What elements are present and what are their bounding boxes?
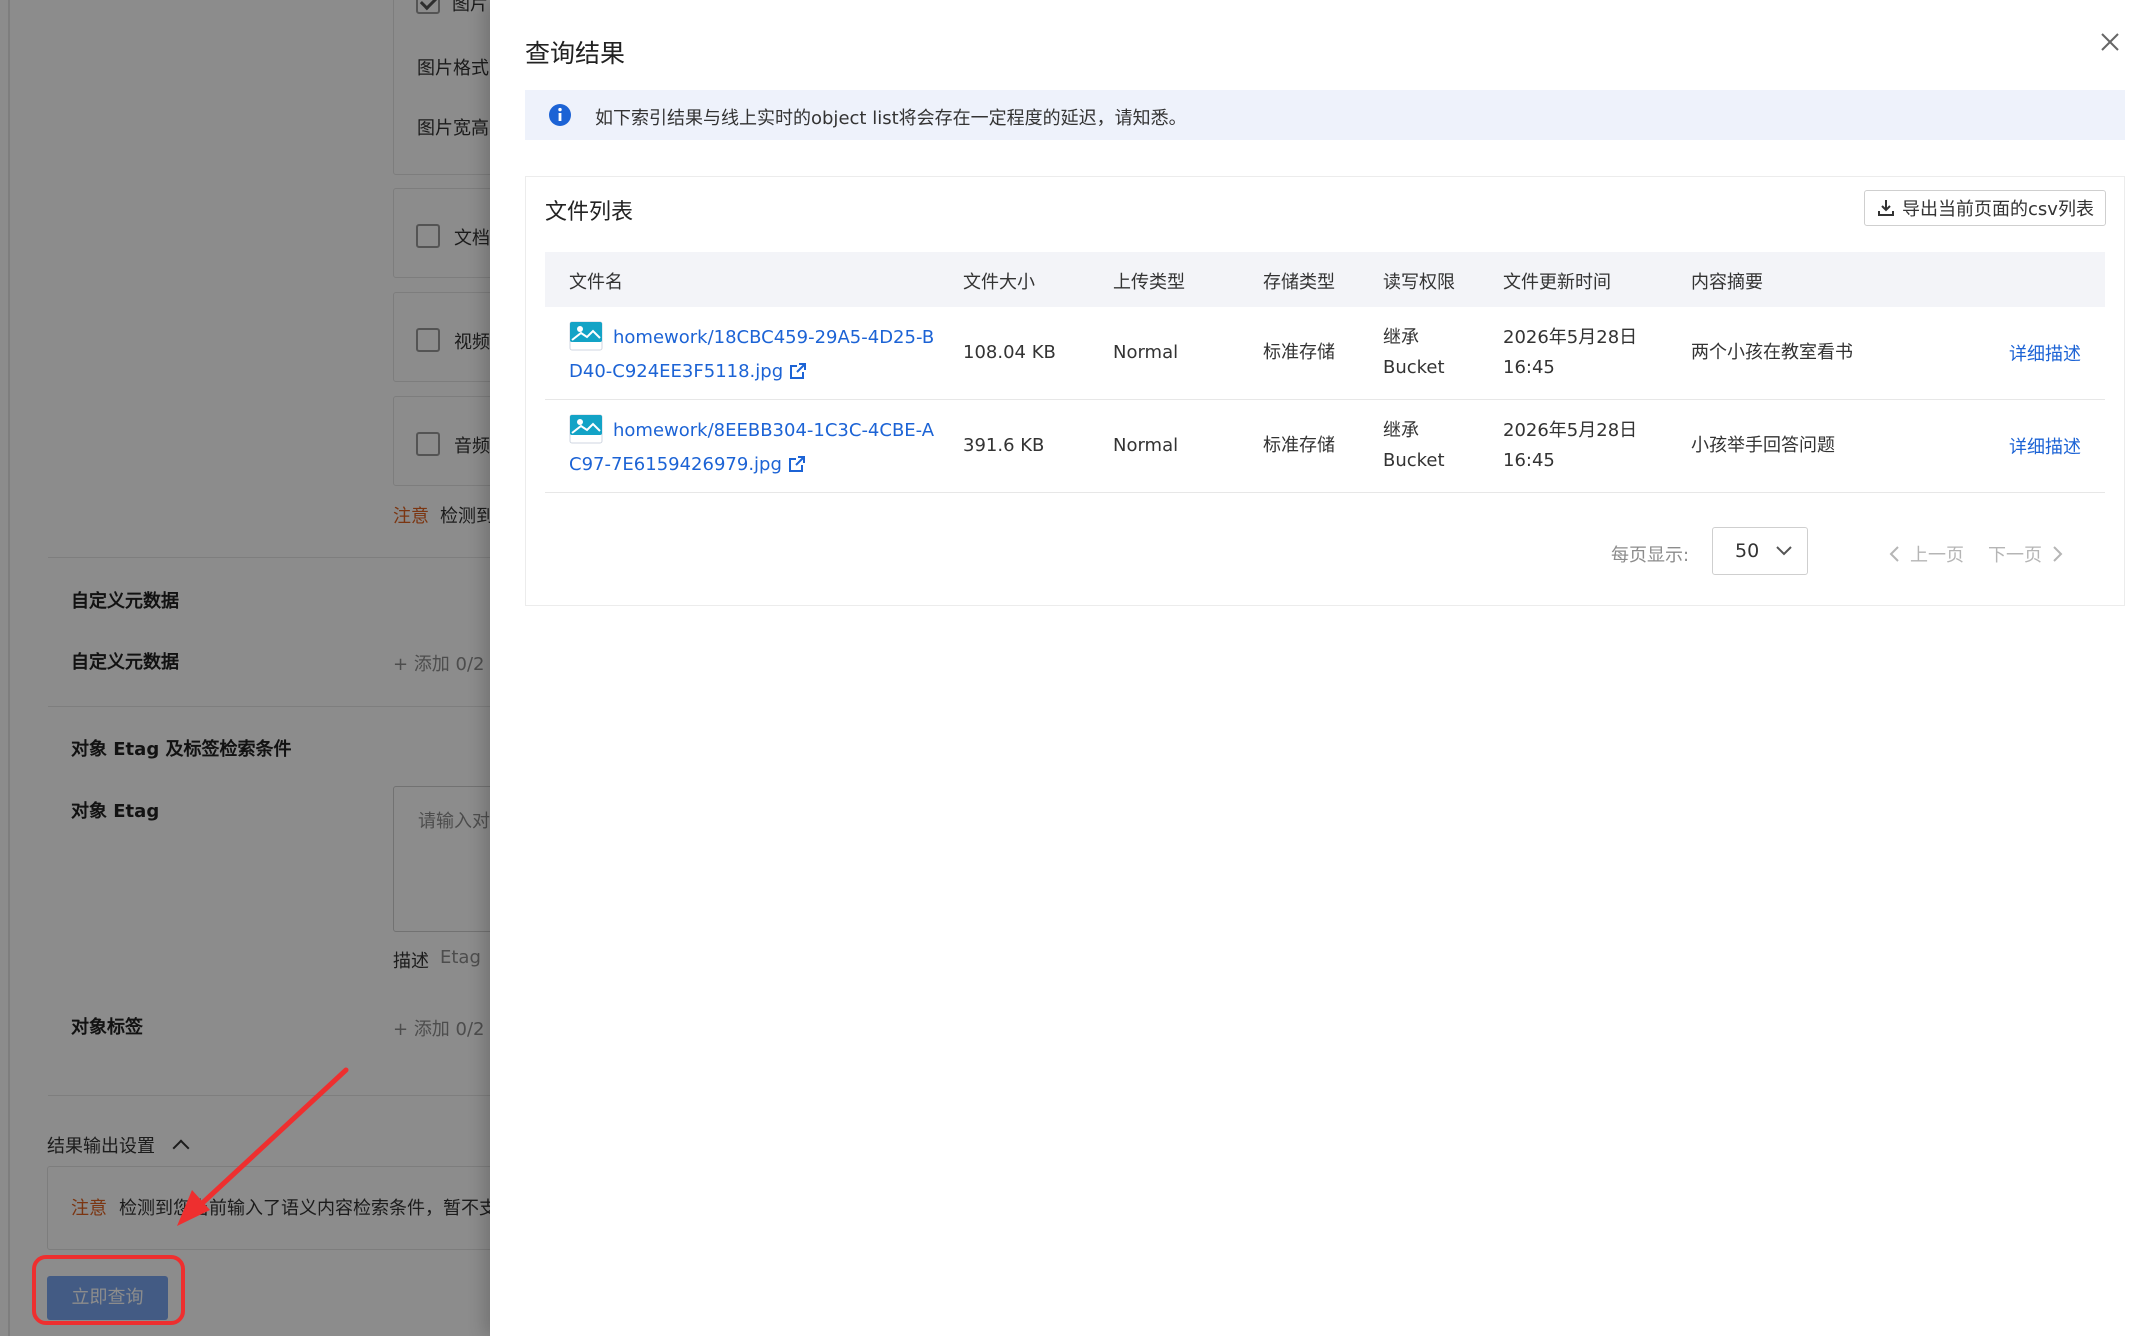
acl-cell: 继承 Bucket <box>1383 323 1445 383</box>
size-cell: 391.6 KB <box>963 435 1045 456</box>
table-row: homework/8EEBB304-1C3C-4CBE-AC97-7E61594… <box>545 400 2105 493</box>
upload-type-cell: Normal <box>1113 342 1179 363</box>
export-csv-label: 导出当前页面的csv列表 <box>1902 199 2094 220</box>
summary-cell: 小孩举手回答问题 <box>1691 435 1835 456</box>
acl-cell: 继承 Bucket <box>1383 416 1445 476</box>
modal-overlay[interactable] <box>0 0 490 1336</box>
col-acl: 读写权限 <box>1383 272 1455 293</box>
drawer-title: 查询结果 <box>525 39 626 68</box>
background-form: 图片 图片格式 图片宽高 文档 视频 音频 注意 检测到 自定义元数据 自定义元… <box>0 0 490 1336</box>
external-link-icon[interactable] <box>789 362 807 380</box>
col-summary: 内容摘要 <box>1691 272 1763 293</box>
next-page-button[interactable]: 下一页 <box>1988 541 2064 567</box>
table-header: 文件名 文件大小 上传类型 存储类型 读写权限 文件更新时间 内容摘要 <box>545 252 2105 307</box>
summary-cell: 两个小孩在教室看书 <box>1691 342 1853 363</box>
updated-cell: 2026年5月28日 16:45 <box>1503 416 1637 476</box>
prev-page-label: 上一页 <box>1910 545 1964 566</box>
export-csv-button[interactable]: 导出当前页面的csv列表 <box>1864 190 2106 226</box>
image-file-icon <box>569 414 603 444</box>
chevron-right-icon <box>2053 546 2063 562</box>
chevron-left-icon <box>1889 546 1899 562</box>
next-page-label: 下一页 <box>1988 545 2042 566</box>
updated-time: 16:45 <box>1503 357 1555 378</box>
updated-date: 2026年5月28日 <box>1503 420 1638 441</box>
info-icon <box>549 104 571 126</box>
col-updated: 文件更新时间 <box>1503 272 1611 293</box>
detail-link[interactable]: 详细描述 <box>2009 433 2081 459</box>
col-size: 文件大小 <box>963 272 1035 293</box>
download-icon <box>1878 200 1895 216</box>
image-file-icon <box>569 321 603 351</box>
updated-date: 2026年5月28日 <box>1503 327 1638 348</box>
close-icon[interactable] <box>2098 30 2122 54</box>
storage-class-cell: 标准存储 <box>1263 435 1335 456</box>
updated-time: 16:45 <box>1503 450 1555 471</box>
acl-line1: 继承 <box>1383 420 1419 441</box>
prev-page-button[interactable]: 上一页 <box>1888 541 1964 567</box>
col-storage-class: 存储类型 <box>1263 272 1335 293</box>
storage-class-cell: 标准存储 <box>1263 342 1335 363</box>
updated-cell: 2026年5月28日 16:45 <box>1503 323 1637 383</box>
page-size-value: 50 <box>1735 540 1760 562</box>
pagination: 每页显示: 50 上一页 下一页 <box>526 527 2126 577</box>
page-size-select[interactable]: 50 <box>1712 527 1808 575</box>
notice-banner: 如下索引结果与线上实时的object list将会存在一定程度的延迟，请知悉。 <box>525 90 2125 140</box>
file-table: 文件名 文件大小 上传类型 存储类型 读写权限 文件更新时间 内容摘要 home… <box>545 252 2105 493</box>
table-row: homework/18CBC459-29A5-4D25-BD40-C924EE3… <box>545 307 2105 400</box>
query-result-drawer: 查询结果 如下索引结果与线上实时的object list将会存在一定程度的延迟，… <box>490 0 2140 1336</box>
acl-line2: Bucket <box>1383 450 1445 471</box>
notice-text: 如下索引结果与线上实时的object list将会存在一定程度的延迟，请知悉。 <box>595 108 1187 129</box>
filename-link[interactable]: homework/8EEBB304-1C3C-4CBE-AC97-7E61594… <box>569 420 934 475</box>
annotation-red-box <box>32 1255 185 1325</box>
col-filename: 文件名 <box>569 272 623 293</box>
chevron-down-icon <box>1776 546 1792 556</box>
external-link-icon[interactable] <box>788 455 806 473</box>
col-upload-type: 上传类型 <box>1113 272 1185 293</box>
panel-title: 文件列表 <box>545 200 634 225</box>
filename-cell: homework/18CBC459-29A5-4D25-BD40-C924EE3… <box>569 321 939 389</box>
detail-link[interactable]: 详细描述 <box>2009 340 2081 366</box>
upload-type-cell: Normal <box>1113 435 1179 456</box>
file-list-panel: 文件列表 导出当前页面的csv列表 文件名 文件大小 上传类型 存储类型 读写权… <box>525 176 2125 606</box>
size-cell: 108.04 KB <box>963 342 1056 363</box>
page-size-label: 每页显示: <box>1611 545 1690 566</box>
filename-cell: homework/8EEBB304-1C3C-4CBE-AC97-7E61594… <box>569 414 939 482</box>
acl-line2: Bucket <box>1383 357 1445 378</box>
acl-line1: 继承 <box>1383 327 1419 348</box>
filename-link[interactable]: homework/18CBC459-29A5-4D25-BD40-C924EE3… <box>569 327 934 382</box>
